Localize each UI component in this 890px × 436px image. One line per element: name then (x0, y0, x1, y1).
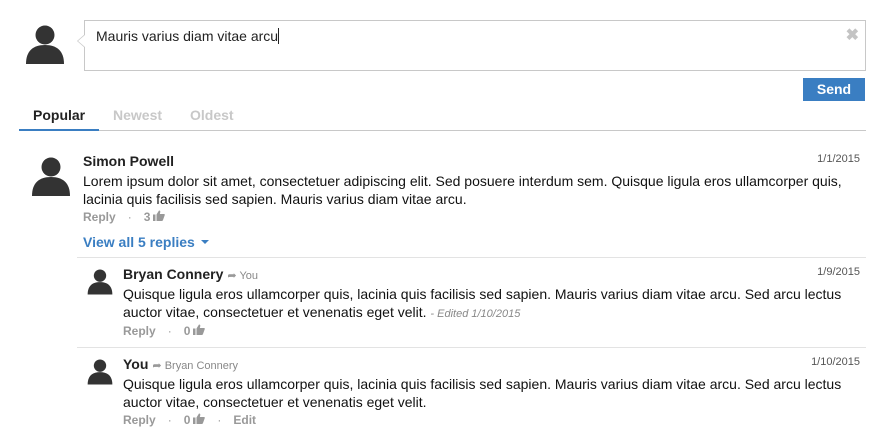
like-count: 0 (183, 323, 191, 338)
sort-tabs: Popular Newest Oldest (19, 105, 866, 131)
avatar-icon (31, 156, 71, 196)
tab-popular[interactable]: Popular (33, 107, 85, 123)
avatar-icon (87, 268, 113, 295)
reply-to: ➦ Bryan Connery (152, 360, 238, 372)
view-all-replies-label: View all 5 replies (83, 234, 195, 250)
comment-author[interactable]: Simon Powell (83, 153, 174, 169)
comment-date: 1/1/2015 (817, 153, 860, 165)
thumbs-up-icon[interactable] (193, 413, 206, 427)
composer-avatar-icon (25, 24, 65, 64)
share-arrow-icon: ➦ (152, 360, 162, 372)
separator-dot: · (127, 209, 132, 224)
reply-author-name[interactable]: You (123, 356, 148, 372)
edit-button[interactable]: Edit (233, 413, 256, 427)
reply-button[interactable]: Reply (83, 210, 116, 224)
tab-newest[interactable]: Newest (113, 107, 162, 123)
reply-text: Quisque ligula eros ullamcorper quis, la… (123, 285, 863, 323)
comment-input-value: Mauris varius diam vitae arcu (96, 28, 279, 44)
reply-author: Bryan Connery ➦ You (123, 266, 258, 282)
view-all-replies-link[interactable]: View all 5 replies (83, 234, 209, 250)
reply-button[interactable]: Reply (123, 413, 156, 427)
reply-to: ➦ You (227, 270, 258, 282)
reply-divider (77, 257, 866, 258)
reply-divider (77, 347, 866, 348)
reply-to-name[interactable]: You (239, 270, 258, 282)
separator-dot: · (217, 412, 222, 427)
comment-text: Lorem ipsum dolor sit amet, consectetuer… (83, 173, 842, 207)
send-button[interactable]: Send (803, 78, 865, 101)
thumbs-up-icon[interactable] (153, 210, 166, 224)
separator-dot: · (167, 412, 172, 427)
share-arrow-icon: ➦ (227, 270, 237, 282)
like-count: 0 (183, 412, 191, 427)
reply-to-name[interactable]: Bryan Connery (165, 360, 238, 372)
like-count: 3 (143, 209, 151, 224)
chevron-down-icon (200, 240, 209, 244)
reply-date: 1/10/2015 (811, 356, 860, 368)
reply-date: 1/9/2015 (817, 266, 860, 278)
active-tab-indicator (19, 129, 99, 131)
thumbs-up-icon[interactable] (193, 324, 206, 338)
comment-actions: Reply · 3 (83, 209, 166, 224)
tab-oldest[interactable]: Oldest (190, 107, 234, 123)
reply-button[interactable]: Reply (123, 324, 156, 338)
text-caret (278, 28, 280, 44)
reply-actions: Reply · 0 (123, 323, 206, 338)
reply-author-name[interactable]: Bryan Connery (123, 266, 223, 282)
avatar-icon (87, 358, 113, 385)
comment-input[interactable]: Mauris varius diam vitae arcu ✖ (77, 20, 866, 71)
reply-text: Quisque ligula eros ullamcorper quis, la… (123, 376, 842, 410)
reply-actions: Reply · 0 · Edit (123, 412, 256, 427)
separator-dot: · (167, 323, 172, 338)
edited-note: - Edited 1/10/2015 (430, 308, 521, 320)
clear-icon[interactable]: ✖ (846, 25, 859, 45)
reply-author: You ➦ Bryan Connery (123, 356, 238, 372)
